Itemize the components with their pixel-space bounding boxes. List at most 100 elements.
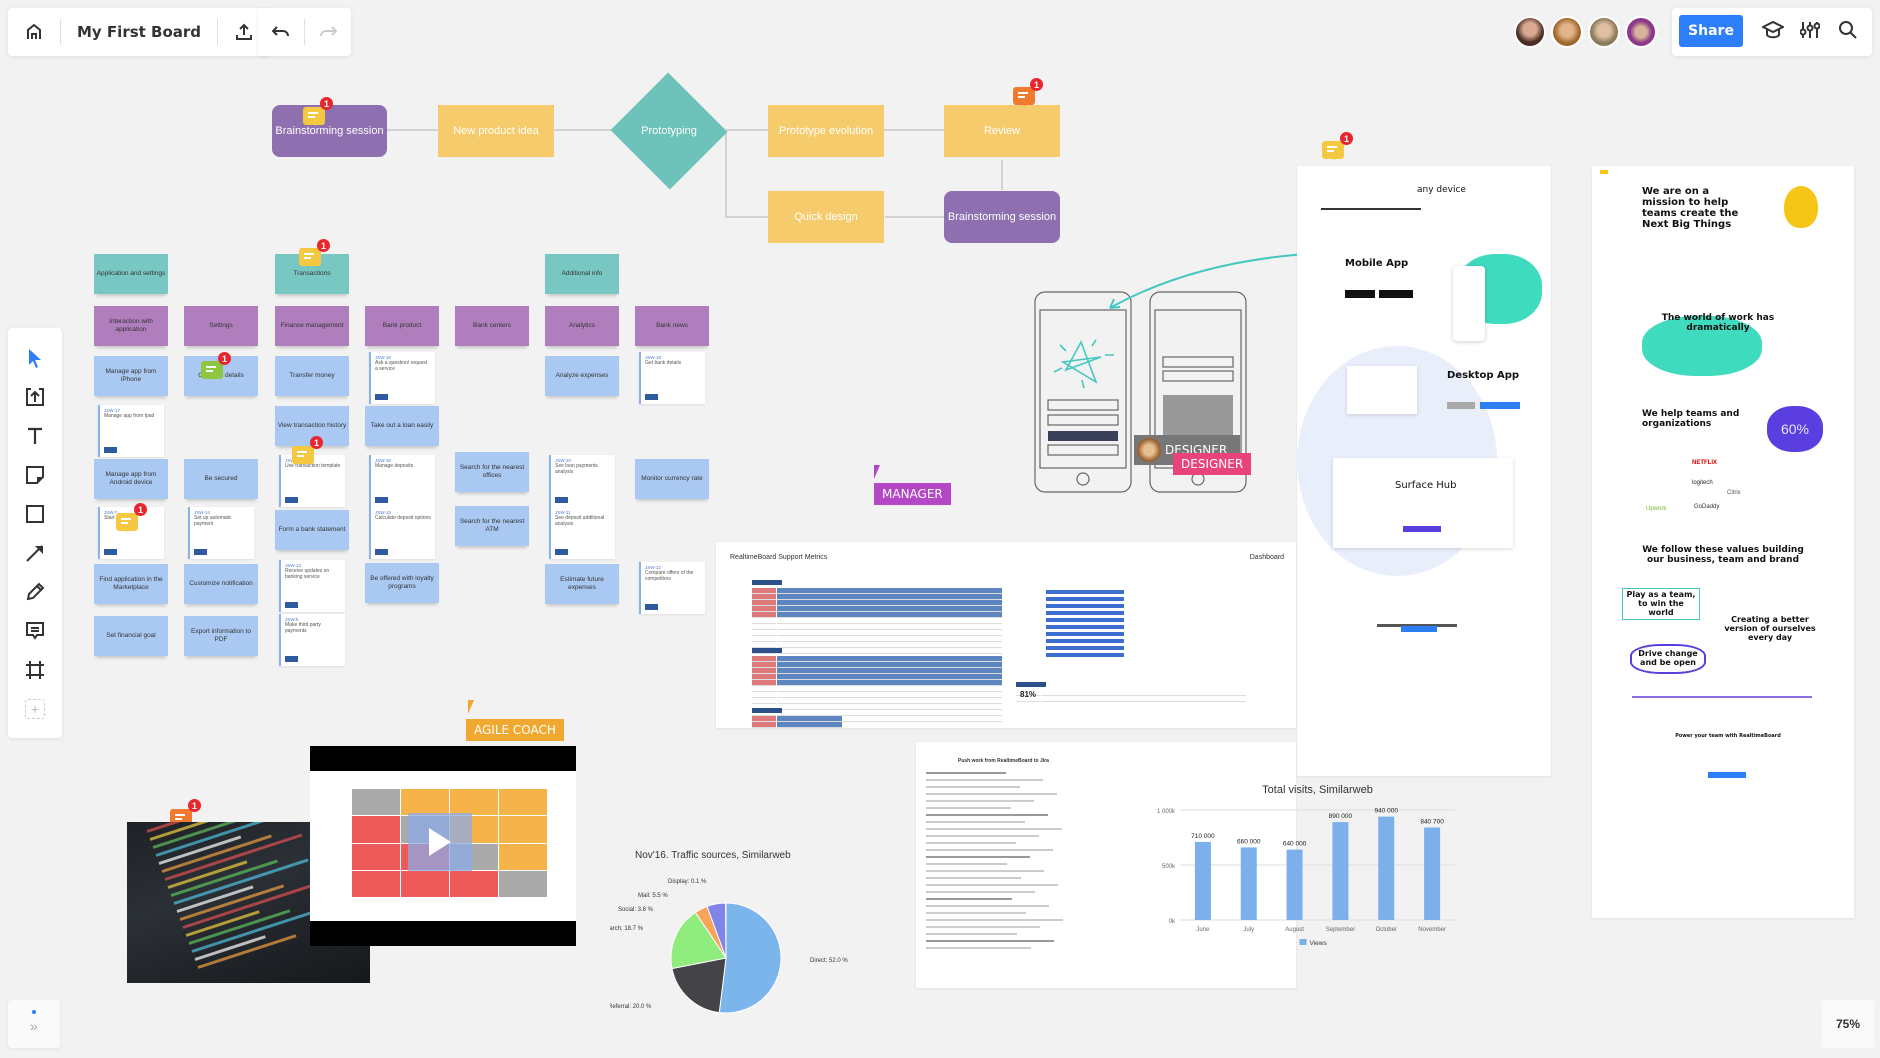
mockup-section-surface: Surface Hub — [1395, 480, 1457, 491]
jira-card[interactable]: JSW-11 See deposit additional analysis — [549, 507, 615, 559]
x-tick-label: June — [1196, 927, 1210, 933]
flow-node-new-product-idea[interactable]: New product idea — [438, 105, 554, 157]
flow-node-brainstorming-2[interactable]: Brainstorming session — [944, 191, 1060, 243]
comment-bubble[interactable] — [299, 248, 321, 267]
sheet-bar — [1046, 590, 1124, 594]
sticky-story[interactable]: Analyze expenses — [545, 356, 619, 396]
jira-card[interactable]: JSW-14 Set up automatic payment — [188, 507, 254, 559]
jira-card[interactable]: JSW-18 Ask a question/ request a service — [369, 352, 435, 404]
comment-bubble[interactable] — [292, 446, 314, 465]
sticky-activity[interactable]: Analytics — [545, 306, 619, 346]
sticky-story[interactable]: Manage app from iPhone — [94, 356, 168, 396]
bar — [1286, 849, 1303, 920]
logo-citrix: Citrix — [1727, 490, 1741, 496]
card-tag — [375, 497, 388, 503]
sticky-theme[interactable]: Application and settings — [94, 254, 168, 294]
jira-card[interactable]: JSW-9 Make third party payments — [279, 614, 345, 666]
sticky-activity[interactable]: Bank news — [635, 306, 709, 346]
card-tag — [285, 656, 298, 662]
sticky-story[interactable]: Take out a loan easily — [365, 406, 439, 446]
jira-card[interactable]: JSW-16 Manage deposits — [369, 455, 435, 507]
sticky-story[interactable]: Find application in the Marketplace — [94, 564, 168, 604]
text-line — [926, 940, 1054, 942]
text-line — [926, 891, 1035, 893]
mockup-world: The world of work has dramatically — [1661, 313, 1775, 333]
jira-card[interactable]: JSW-13 Receive updates on banking service — [279, 560, 345, 612]
jira-card[interactable]: JSW-17 Manage app from Ipad — [98, 405, 164, 457]
video-embed[interactable] — [310, 746, 576, 946]
sticky-activity[interactable]: Finance management — [275, 306, 349, 346]
sticky-story[interactable]: Manage app from Android device — [94, 459, 168, 499]
sticky-story[interactable]: Set financial goal — [94, 616, 168, 656]
website-mockup-devices[interactable]: any device Mobile App Desktop App Surfac… — [1297, 166, 1551, 776]
card-text: Get bank details — [645, 360, 682, 366]
flow-node-review[interactable]: Review — [944, 105, 1060, 157]
x-tick-label: November — [1418, 927, 1446, 933]
bar — [1424, 827, 1441, 920]
sticky-story[interactable]: Form a bank statement — [275, 510, 349, 550]
legend-label: Views — [1310, 940, 1328, 947]
text-line — [926, 793, 1057, 795]
x-tick-label: July — [1243, 927, 1254, 933]
sticky-theme[interactable]: Additional info — [545, 254, 619, 294]
text-line — [926, 870, 1044, 872]
sticky-activity[interactable]: Interaction with application — [94, 306, 168, 346]
sticky-story[interactable]: Be offered with loyalty programs — [365, 563, 439, 603]
card-tag — [194, 549, 207, 555]
sticky-story[interactable]: Search for the nearest ATM — [455, 506, 529, 546]
comment-bubble[interactable] — [303, 107, 325, 126]
card-tag — [375, 549, 388, 555]
card-text: Receive updates on banking service — [285, 568, 330, 580]
mockup-help: We help teams and organizations — [1642, 409, 1740, 429]
flow-node-label: Prototyping — [641, 125, 697, 137]
sticky-story[interactable]: Be secured — [184, 459, 258, 499]
y-tick-label: 500k — [1162, 864, 1176, 870]
flow-node-prototyping[interactable]: Prototyping — [610, 72, 728, 190]
play-button[interactable] — [408, 813, 472, 871]
cursor-pointer-manager — [874, 465, 880, 479]
text-line — [926, 912, 1026, 914]
slice-label: Referral: 20.0 % — [610, 1004, 652, 1010]
jira-card[interactable]: JSW-19 Get bank details — [639, 352, 705, 404]
website-mockup-mission[interactable]: We are on a mission to help teams create… — [1592, 166, 1854, 918]
slice-label: Direct: 52.0 % — [810, 958, 848, 964]
text-line — [926, 947, 1031, 949]
jira-card[interactable]: JSW-10 See loan payments analysis — [549, 455, 615, 507]
jira-card[interactable]: JSW-12 Compare offers of the competitors — [639, 562, 705, 614]
sticky-story[interactable]: Estimate future expenses — [545, 564, 619, 604]
sticky-story[interactable]: Customize notification — [184, 564, 258, 604]
comment-count-badge: 1 — [218, 352, 231, 365]
logo-logitech: logitech — [1692, 480, 1713, 486]
x-tick-label: October — [1376, 927, 1397, 933]
comment-bubble[interactable] — [1322, 141, 1344, 160]
text-line — [926, 933, 1017, 935]
sticky-activity[interactable]: Bank product — [365, 306, 439, 346]
avatar — [1137, 438, 1161, 462]
sticky-story[interactable]: Search for the nearest offices — [455, 452, 529, 492]
sticky-activity[interactable]: Settings — [184, 306, 258, 346]
flow-node-brainstorming[interactable]: Brainstorming session — [272, 105, 387, 157]
spreadsheet-title: RealtimeBoard Support Metrics — [730, 554, 828, 561]
flow-node-prototype-evolution[interactable]: Prototype evolution — [768, 105, 884, 157]
comment-bubble[interactable] — [116, 513, 138, 532]
cursor-label-agile-coach: AGILE COACH — [466, 719, 564, 741]
chart-title: Total visits, Similarweb — [1262, 784, 1373, 796]
sticky-story[interactable]: Export information to PDF — [184, 616, 258, 656]
pie-chart-traffic-sources: Nov'16. Traffic sources, Similarweb Direc… — [610, 850, 848, 1014]
x-tick-label: September — [1326, 927, 1355, 933]
flow-node-quick-design[interactable]: Quick design — [768, 191, 884, 243]
sheet-bar — [1046, 618, 1124, 622]
sticky-story[interactable]: Transfer money — [275, 356, 349, 396]
logo-netflix: NETFLIX — [1692, 460, 1717, 466]
spreadsheet-support-metrics[interactable]: RealtimeBoard Support Metrics Dashboard … — [716, 542, 1296, 728]
jira-card[interactable]: JSW-15 Calculate deposit options — [369, 507, 435, 559]
card-text: Set up automatic payment — [194, 515, 232, 527]
data-label: 940 000 — [1375, 808, 1399, 815]
sheet-row — [777, 722, 842, 728]
text-line — [926, 807, 1011, 809]
sticky-story[interactable]: Monitor currency rate — [635, 459, 709, 499]
sticky-activity[interactable]: Bank centers — [455, 306, 529, 346]
text-line — [926, 842, 1016, 844]
sheet-bar — [1046, 653, 1124, 657]
mockup-values-title: We follow these values building our busi… — [1642, 545, 1804, 565]
